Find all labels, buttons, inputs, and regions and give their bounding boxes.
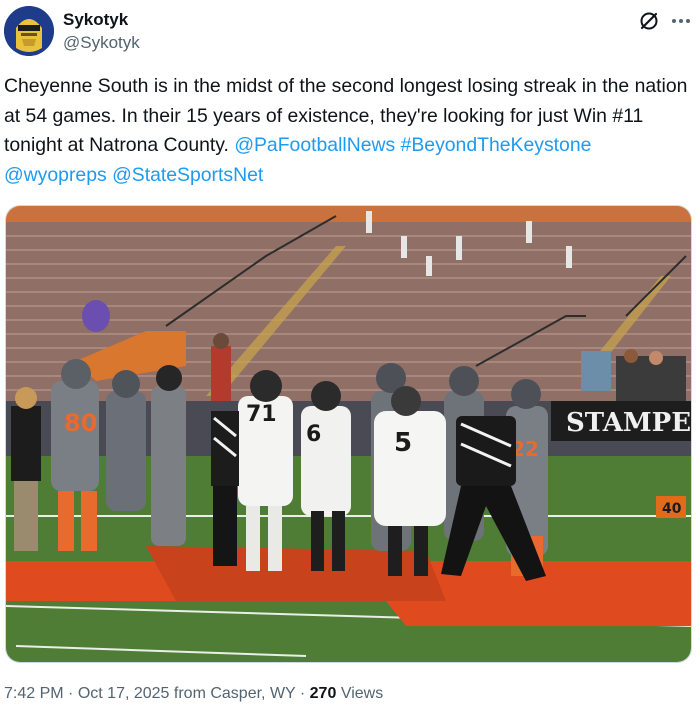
author-info: Sykotyk @Sykotyk [63, 10, 140, 54]
jersey-5: 5 [394, 428, 412, 458]
views-count[interactable]: 270 [310, 685, 337, 702]
tweet-text: Cheyenne South is in the midst of the se… [4, 72, 694, 190]
yard-marker: 40 [662, 501, 682, 517]
tweet-card: Sykotyk @Sykotyk Cheyenne South is in th… [0, 0, 700, 714]
avatar[interactable] [4, 6, 54, 56]
mention-statesportsnet[interactable]: @StateSportsNet [112, 164, 263, 186]
tweet-date[interactable]: Oct 17, 2025 [78, 685, 170, 702]
football-photo: STAMPE 40 80 22 71 6 5 [6, 206, 691, 662]
banner-text: STAMPE [566, 408, 691, 438]
meta-separator-2: · [299, 685, 306, 702]
meta-separator: · [68, 685, 74, 702]
mention-wyopreps[interactable]: @wyopreps [4, 164, 107, 186]
jersey-80: 80 [64, 409, 97, 437]
tweet-location: from Casper, WY [173, 685, 296, 702]
grok-icon[interactable] [636, 8, 662, 34]
jersey-6: 6 [306, 422, 321, 447]
tweet-photo[interactable]: STAMPE 40 80 22 71 6 5 [5, 205, 692, 663]
handle[interactable]: @Sykotyk [63, 32, 140, 54]
more-options-icon[interactable] [668, 8, 694, 34]
tweet-meta: 7:42 PM · Oct 17, 2025 from Casper, WY ·… [4, 683, 383, 705]
tweet-time[interactable]: 7:42 PM [4, 685, 64, 702]
tweet-header: Sykotyk @Sykotyk [4, 6, 694, 62]
jersey-71: 71 [246, 402, 277, 427]
avatar-image [4, 6, 54, 56]
hashtag-beyondthekeystone[interactable]: #BeyondTheKeystone [401, 134, 592, 156]
display-name[interactable]: Sykotyk [63, 10, 140, 30]
views-label: Views [340, 685, 384, 702]
mention-pafootballnews[interactable]: @PaFootballNews [234, 134, 395, 156]
